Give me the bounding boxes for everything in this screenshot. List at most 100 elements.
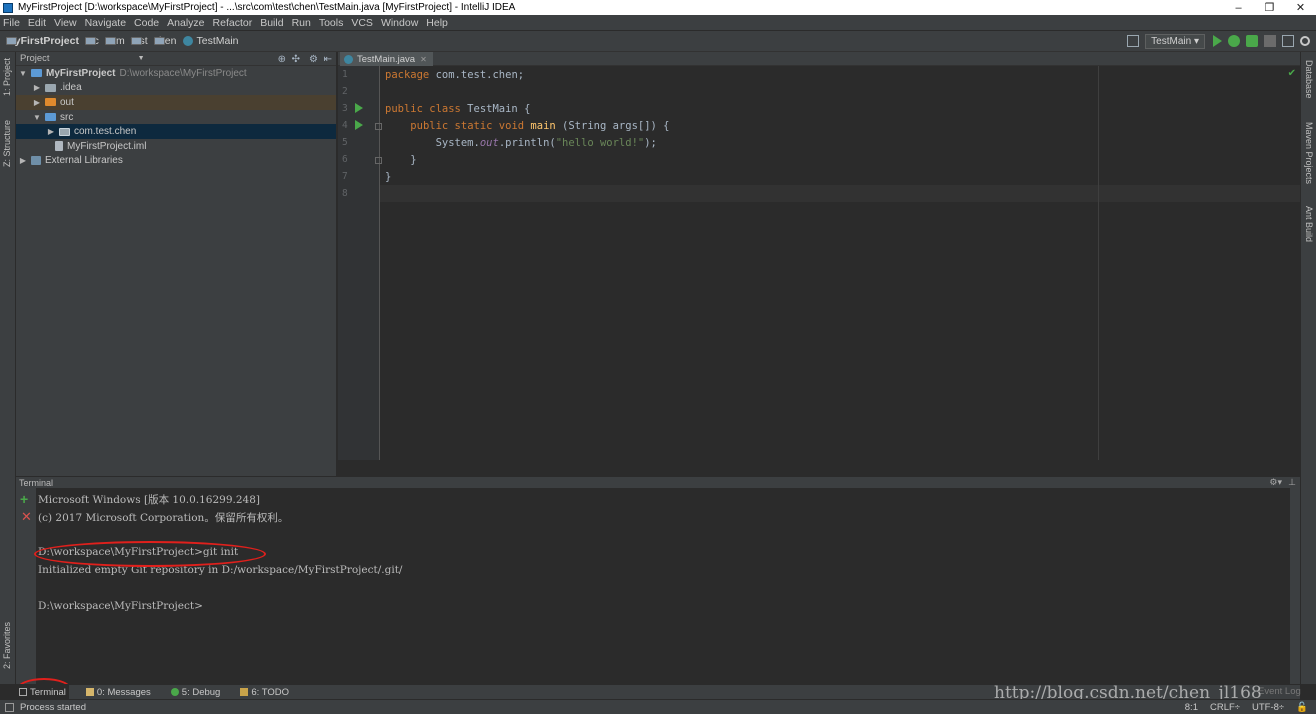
menu-run[interactable]: Run	[291, 17, 312, 29]
menu-build[interactable]: Build	[259, 17, 284, 29]
run-method-gutter-icon[interactable]	[355, 120, 363, 130]
code-line-3: public class TestMain {	[385, 103, 531, 115]
menu-file[interactable]: File	[2, 17, 21, 29]
project-view-select[interactable]: Project	[20, 53, 50, 64]
menu-help[interactable]: Help	[425, 17, 449, 29]
database-tool-button[interactable]: Database	[1304, 60, 1314, 99]
ant-tool-button[interactable]: Ant Build	[1304, 206, 1314, 242]
menu-code[interactable]: Code	[133, 17, 160, 29]
code-line-5: System.out.println("hello world!");	[435, 137, 657, 149]
close-session-icon[interactable]: ✕	[21, 509, 32, 525]
tree-item-src[interactable]: ▼ src	[16, 110, 336, 125]
expand-arrow-icon[interactable]: ▶	[46, 127, 56, 136]
breadcrumb-src[interactable]: src	[84, 35, 99, 47]
project-panel-header: Project ▼ ⊕ ✣ ⚙ ⇤	[16, 52, 336, 66]
code-editor[interactable]: 1 2 3 4 5 6 7 8 package com.test.chen; p…	[338, 66, 1300, 476]
tab-messages[interactable]: 0: Messages	[83, 685, 154, 700]
menu-analyze[interactable]: Analyze	[166, 17, 205, 29]
favorites-tool-button[interactable]: 2: Favorites	[2, 622, 12, 669]
tree-item-package[interactable]: ▶ com.test.chen	[16, 124, 336, 139]
todo-icon	[240, 688, 249, 696]
search-icon[interactable]	[1300, 36, 1310, 46]
gear-icon[interactable]: ⚙▾	[1269, 477, 1282, 488]
tab-todo[interactable]: 6: TODO	[237, 685, 292, 700]
menu-view[interactable]: View	[53, 17, 78, 29]
menu-refactor[interactable]: Refactor	[212, 17, 254, 29]
project-structure-icon[interactable]	[1282, 35, 1294, 47]
inspection-ok-icon[interactable]: ✔	[1288, 68, 1296, 79]
menu-navigate[interactable]: Navigate	[84, 17, 127, 29]
right-margin-guide	[1098, 66, 1099, 460]
editor-tab-label: TestMain.java	[357, 53, 416, 65]
code-line-4: public static void main (String args[]) …	[410, 120, 670, 132]
breadcrumb-testmain[interactable]: TestMain	[182, 35, 239, 47]
navigation-bar: MyFirstProject src com test chen TestMai…	[0, 31, 1316, 52]
terminal-toolbar: + ✕	[16, 488, 36, 684]
structure-tool-button[interactable]: Z: Structure	[2, 120, 12, 167]
expand-arrow-icon[interactable]: ▶	[32, 83, 42, 92]
breadcrumb-project[interactable]: MyFirstProject	[6, 35, 79, 47]
gear-icon[interactable]: ⚙	[309, 54, 318, 65]
hide-panel-icon[interactable]: ⇤	[324, 54, 332, 65]
tree-item-project-root[interactable]: ▼ MyFirstProject D:\workspace\MyFirstPro…	[16, 66, 336, 81]
left-tool-stripe: 1: Project Z: Structure 2: Favorites	[0, 52, 16, 684]
editor-tabs: TestMain.java ✕	[338, 52, 1300, 66]
menu-edit[interactable]: Edit	[27, 17, 47, 29]
line-number: 3	[342, 103, 348, 114]
sync-icon[interactable]: ⊕	[278, 54, 286, 65]
stop-icon[interactable]	[1264, 35, 1276, 47]
expand-arrow-icon[interactable]: ▶	[18, 156, 28, 165]
module-folder-icon	[31, 69, 42, 78]
lock-icon[interactable]: 🔓	[1296, 702, 1308, 713]
run-icon[interactable]	[1213, 35, 1222, 47]
right-tool-stripe: Database Maven Projects Ant Build	[1300, 52, 1316, 684]
tab-debug[interactable]: 5: Debug	[168, 685, 224, 700]
expand-arrow-icon[interactable]: ▼	[32, 113, 42, 122]
close-tab-icon[interactable]: ✕	[420, 55, 427, 64]
fold-icon[interactable]	[375, 157, 382, 164]
line-separator[interactable]: CRLF÷	[1210, 702, 1240, 713]
code-line-7: }	[385, 171, 392, 183]
expand-arrow-icon[interactable]: ▶	[32, 98, 42, 107]
new-session-icon[interactable]: +	[20, 491, 28, 507]
tree-item-idea[interactable]: ▶ .idea	[16, 81, 336, 96]
chevron-down-icon[interactable]: ▼	[138, 55, 145, 62]
terminal-output[interactable]: Microsoft Windows [版本 10.0.16299.248] (c…	[36, 488, 1290, 684]
menu-window[interactable]: Window	[380, 17, 419, 29]
tree-item-iml[interactable]: MyFirstProject.iml	[16, 139, 336, 154]
tree-item-out[interactable]: ▶ out	[16, 95, 336, 110]
menu-vcs[interactable]: VCS	[350, 17, 374, 29]
event-log-button[interactable]: Event Log	[1258, 686, 1301, 697]
project-tool-button[interactable]: 1: Project	[2, 58, 12, 96]
status-right: 8:1 CRLF÷ UTF-8÷ 🔓	[1173, 700, 1308, 714]
collapse-icon[interactable]: ✣	[292, 54, 300, 65]
build-icon[interactable]	[1127, 35, 1140, 47]
terminal-scrollbar[interactable]	[1290, 488, 1300, 684]
breadcrumb-test[interactable]: test	[130, 35, 148, 47]
tab-terminal[interactable]: Terminal	[16, 684, 69, 700]
tool-windows-icon[interactable]	[5, 702, 14, 712]
iml-file-icon	[55, 141, 63, 152]
restore-icon[interactable]: ❐	[1254, 1, 1285, 14]
line-number: 4	[342, 120, 348, 131]
breadcrumb-com[interactable]: com	[104, 35, 125, 47]
maven-tool-button[interactable]: Maven Projects	[1304, 122, 1314, 184]
minimize-icon[interactable]: –	[1223, 2, 1254, 14]
terminal-line: Microsoft Windows [版本 10.0.16299.248]	[38, 494, 260, 506]
run-class-gutter-icon[interactable]	[355, 103, 363, 113]
menu-tools[interactable]: Tools	[318, 17, 345, 29]
breadcrumb-chen[interactable]: chen	[153, 35, 177, 47]
debug-icon[interactable]	[1228, 35, 1240, 47]
hide-panel-icon[interactable]: ⊥	[1288, 477, 1296, 488]
coverage-icon[interactable]	[1246, 35, 1258, 47]
tree-item-label: com.test.chen	[74, 126, 137, 138]
caret-position[interactable]: 8:1	[1185, 702, 1198, 713]
fold-icon[interactable]	[375, 123, 382, 130]
expand-arrow-icon[interactable]: ▼	[18, 69, 28, 78]
file-encoding[interactable]: UTF-8÷	[1252, 702, 1284, 713]
tree-item-external-libraries[interactable]: ▶ External Libraries	[16, 154, 336, 169]
terminal-line: (c) 2017 Microsoft Corporation。保留所有权利。	[38, 512, 289, 524]
run-config-select[interactable]: TestMain ▾	[1145, 33, 1205, 49]
editor-tab-testmain[interactable]: TestMain.java ✕	[340, 52, 433, 66]
close-icon[interactable]: ✕	[1285, 1, 1316, 14]
